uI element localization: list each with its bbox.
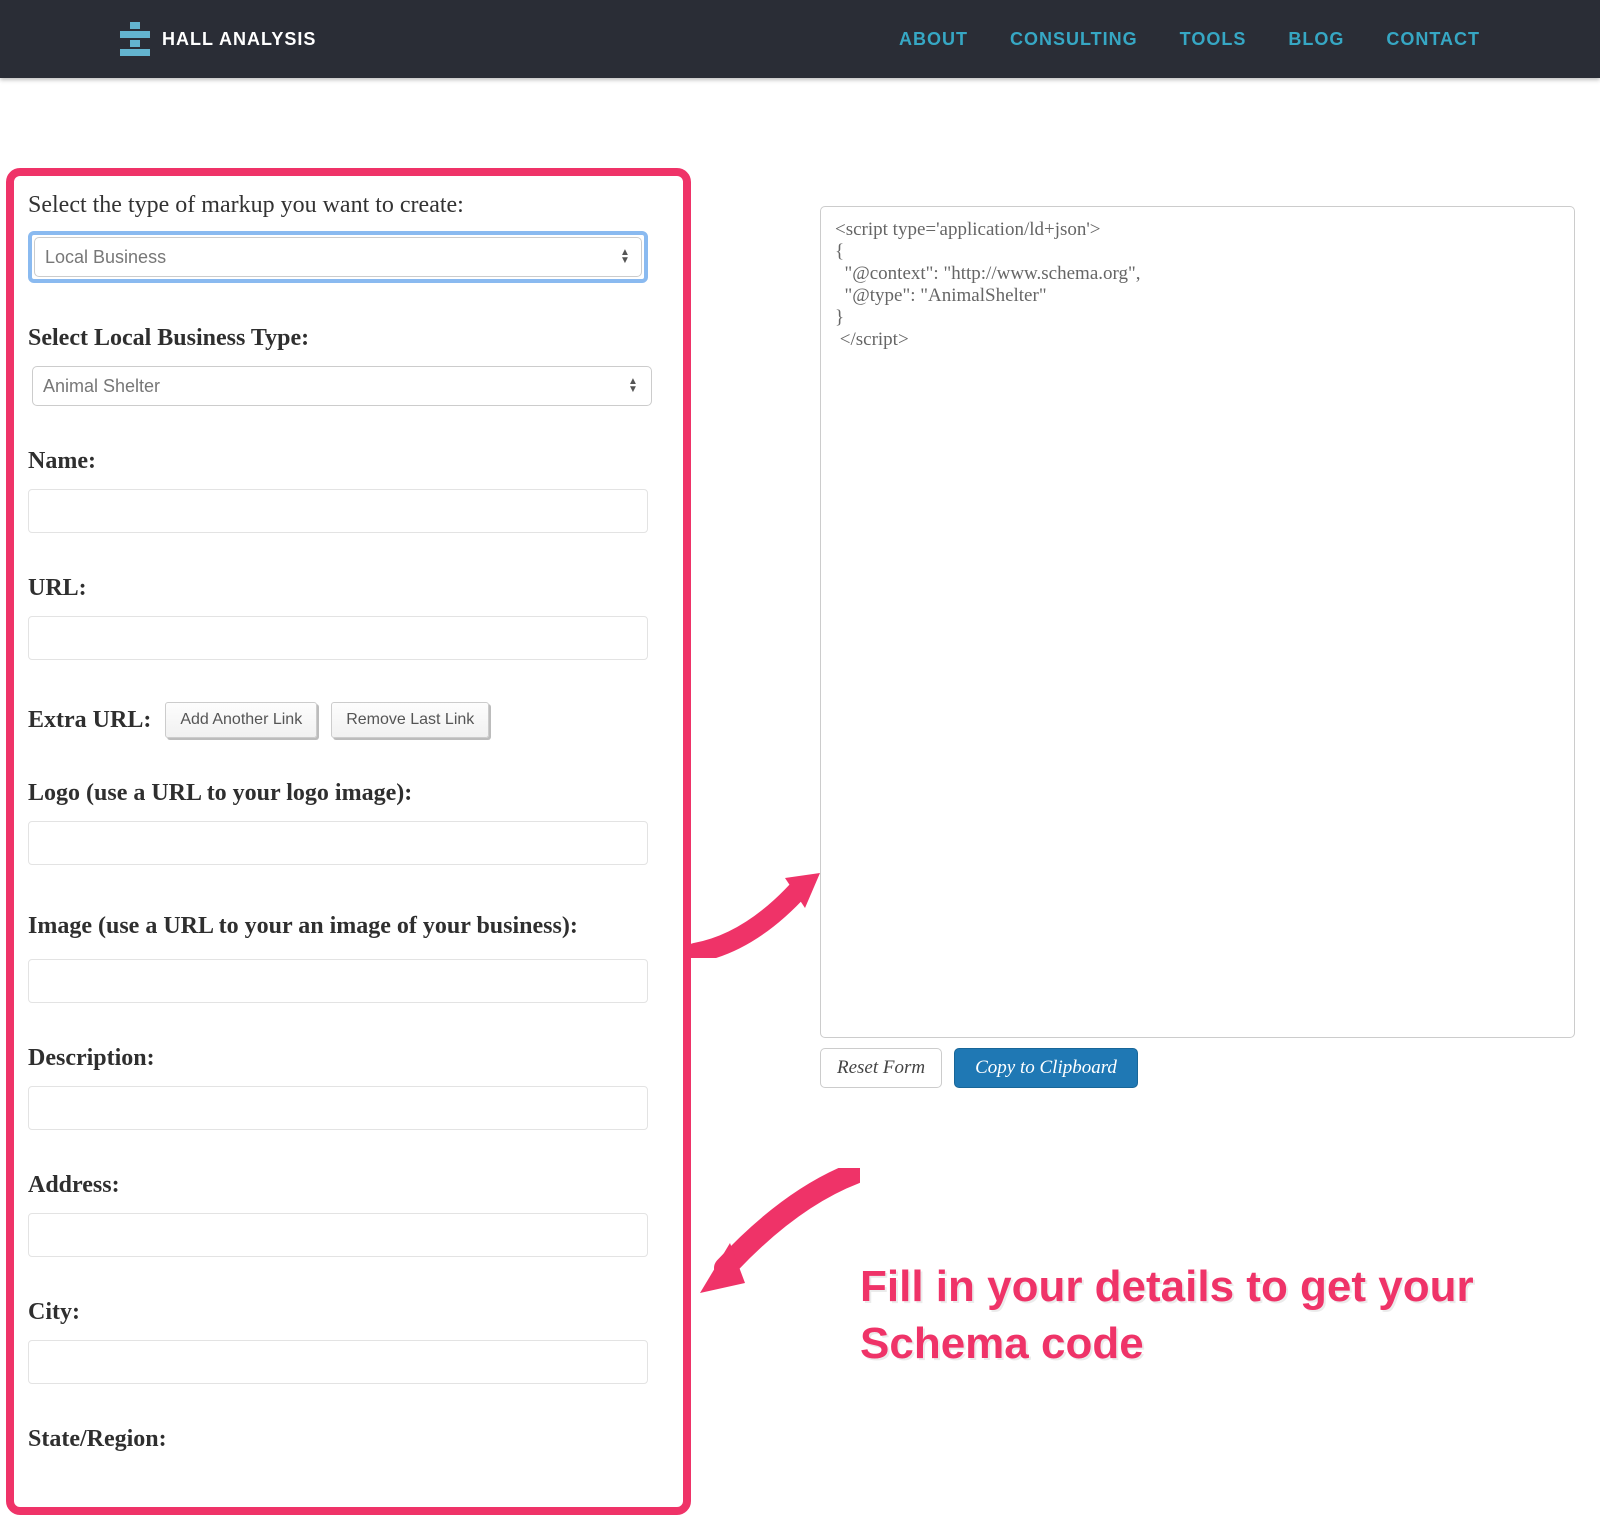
city-input[interactable] [28, 1340, 648, 1384]
logo-input[interactable] [28, 821, 648, 865]
address-label: Address: [28, 1172, 673, 1199]
form-panel: Select the type of markup you want to cr… [6, 168, 691, 1515]
extra-url-label: Extra URL: [28, 707, 151, 734]
logo-icon [120, 22, 150, 56]
state-label: State/Region: [28, 1426, 673, 1453]
city-label: City: [28, 1299, 673, 1326]
nav-blog[interactable]: BLOG [1288, 29, 1344, 50]
markup-type-select-wrap: ▲▼ [28, 231, 648, 283]
remove-link-button[interactable]: Remove Last Link [331, 702, 489, 738]
nav-about[interactable]: ABOUT [899, 29, 968, 50]
nav-tools[interactable]: TOOLS [1180, 29, 1247, 50]
name-input[interactable] [28, 489, 648, 533]
business-type-label: Select Local Business Type: [28, 325, 673, 352]
name-label: Name: [28, 448, 673, 475]
url-input[interactable] [28, 616, 648, 660]
nav-consulting[interactable]: CONSULTING [1010, 29, 1138, 50]
description-input[interactable] [28, 1086, 648, 1130]
nav-contact[interactable]: CONTACT [1386, 29, 1480, 50]
image-input[interactable] [28, 959, 648, 1003]
url-label: URL: [28, 575, 673, 602]
add-link-button[interactable]: Add Another Link [165, 702, 317, 738]
arrow-icon [690, 868, 840, 958]
output-panel: <script type='application/ld+json'> { "@… [820, 206, 1575, 1088]
arrow-icon [690, 1168, 860, 1298]
code-output[interactable]: <script type='application/ld+json'> { "@… [820, 206, 1575, 1038]
main-nav: ABOUT CONSULTING TOOLS BLOG CONTACT [899, 29, 1480, 50]
description-label: Description: [28, 1045, 673, 1072]
annotation-callout: Fill in your details to get your Schema … [860, 1258, 1540, 1372]
intro-label: Select the type of markup you want to cr… [28, 192, 673, 219]
brand-name: HALL ANALYSIS [162, 29, 316, 50]
brand-logo: HALL ANALYSIS [120, 22, 316, 56]
reset-form-button[interactable]: Reset Form [820, 1048, 942, 1088]
business-type-select[interactable] [32, 366, 652, 406]
markup-type-select[interactable] [34, 237, 642, 277]
copy-clipboard-button[interactable]: Copy to Clipboard [954, 1048, 1138, 1088]
logo-label: Logo (use a URL to your logo image): [28, 780, 673, 807]
site-header: HALL ANALYSIS ABOUT CONSULTING TOOLS BLO… [0, 0, 1600, 78]
address-input[interactable] [28, 1213, 648, 1257]
image-label: Image (use a URL to your an image of you… [28, 907, 588, 945]
